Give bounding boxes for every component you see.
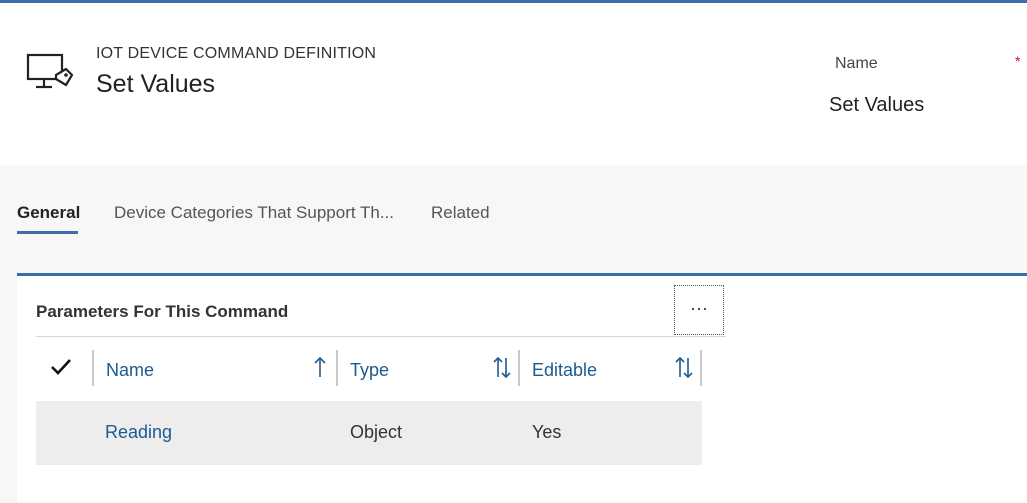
- required-marker: *: [1015, 53, 1021, 69]
- device-command-icon: [26, 53, 74, 89]
- select-all-checkmark-icon[interactable]: [50, 356, 72, 378]
- grid-title: Parameters For This Command: [36, 302, 289, 321]
- table-row[interactable]: Reading Object Yes: [36, 401, 702, 465]
- column-separator[interactable]: [700, 350, 702, 386]
- column-header-name[interactable]: Name: [106, 360, 154, 381]
- form-tabs: General Device Categories That Support T…: [0, 165, 1027, 245]
- column-header-editable[interactable]: Editable: [532, 360, 597, 381]
- cell-editable: Yes: [532, 422, 562, 442]
- active-tab-indicator: [17, 231, 78, 234]
- more-commands-button[interactable]: ···: [674, 285, 724, 335]
- grid-title-divider: [36, 336, 726, 337]
- parameters-section: Parameters For This Command ··· Name Typ…: [17, 273, 1027, 503]
- name-field-label: Name: [835, 55, 878, 72]
- record-header: IOT DEVICE COMMAND DEFINITION Set Values…: [0, 3, 1027, 165]
- cell-type: Object: [350, 422, 403, 442]
- grid-header-row: Name Type Editable: [36, 346, 702, 391]
- column-header-type[interactable]: Type: [350, 360, 389, 381]
- cell-name-link[interactable]: Reading: [105, 422, 172, 443]
- column-separator[interactable]: [92, 350, 94, 386]
- entity-type-label: IOT DEVICE COMMAND DEFINITION: [96, 45, 377, 62]
- name-field-value[interactable]: Set Values: [829, 94, 924, 117]
- column-separator[interactable]: [518, 350, 520, 386]
- column-separator[interactable]: [336, 350, 338, 386]
- record-title: Set Values: [96, 70, 216, 98]
- sort-ascending-icon[interactable]: [310, 355, 330, 381]
- tab-related[interactable]: Related: [431, 203, 490, 223]
- sort-both-icon[interactable]: [492, 355, 512, 381]
- sort-both-icon[interactable]: [674, 355, 694, 381]
- tab-device-categories[interactable]: Device Categories That Support Th...: [114, 203, 394, 223]
- tab-general[interactable]: General: [17, 203, 80, 223]
